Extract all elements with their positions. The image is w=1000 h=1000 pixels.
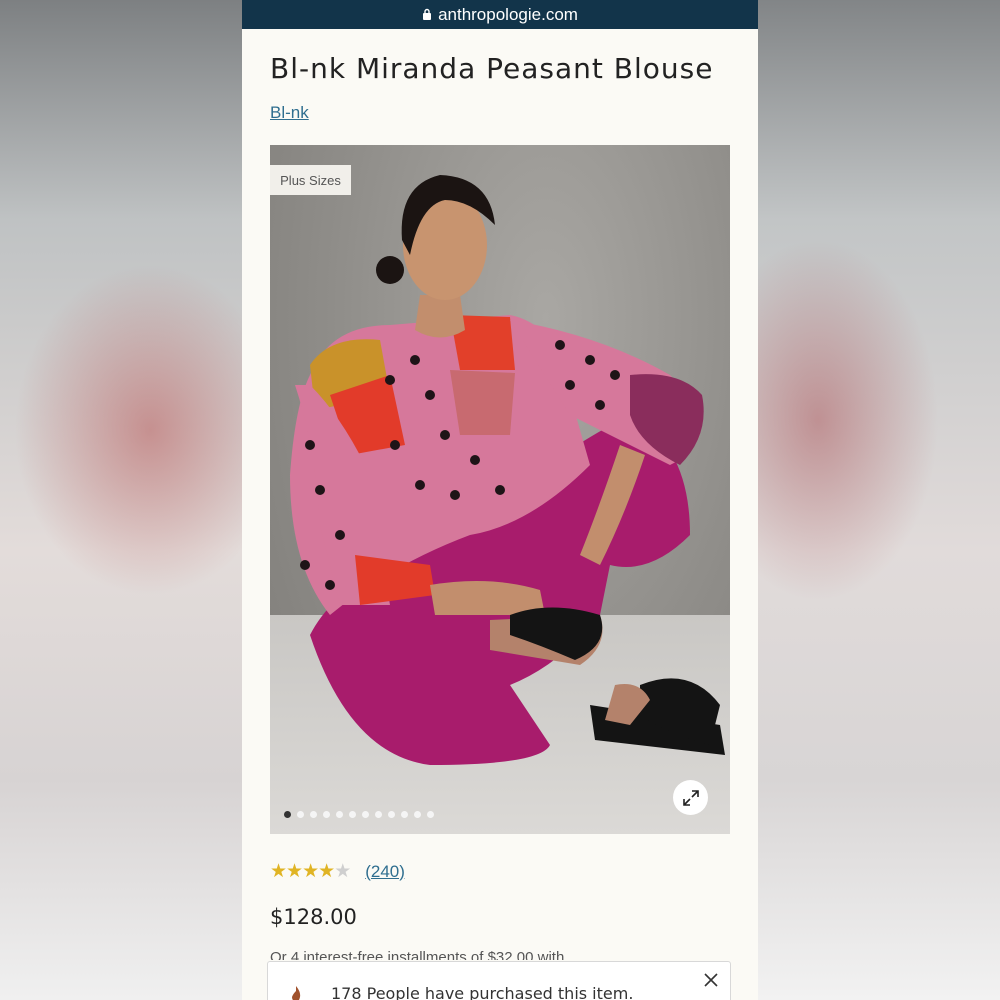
star-icon: ★	[270, 861, 287, 882]
carousel-dot[interactable]	[323, 811, 330, 818]
carousel-dots[interactable]	[284, 811, 434, 818]
expand-icon	[682, 789, 699, 806]
star-icon: ★	[334, 861, 351, 882]
star-icon: ★	[318, 861, 335, 882]
installments-text: Or 4 interest-free installments of $32.0…	[270, 950, 565, 960]
carousel-dot[interactable]	[427, 811, 434, 818]
carousel-dot[interactable]	[375, 811, 382, 818]
model-photo	[290, 175, 725, 765]
flame-icon	[292, 986, 301, 1000]
background-right	[758, 0, 1000, 1000]
carousel-dot[interactable]	[297, 811, 304, 818]
carousel-dot[interactable]	[310, 811, 317, 818]
brand-link[interactable]: Bl-nk	[270, 103, 309, 123]
star-icon: ★	[286, 861, 303, 882]
carousel-dot[interactable]	[401, 811, 408, 818]
carousel-dot[interactable]	[414, 811, 421, 818]
toast-message: 178 People have purchased this item.	[331, 984, 634, 1000]
lock-icon	[423, 8, 432, 20]
background-left	[0, 0, 242, 1000]
phone-screen: anthropologie.com Bl-nk Miranda Peasant …	[242, 0, 758, 1000]
rating-stars: ★★★★★	[270, 860, 351, 883]
product-price: $128.00	[270, 905, 357, 929]
carousel-dot[interactable]	[362, 811, 369, 818]
product-image[interactable]: Plus Sizes	[270, 145, 730, 834]
rating-row: ★★★★★ (240)	[270, 860, 405, 883]
close-icon[interactable]	[702, 971, 720, 989]
review-count-link[interactable]: (240)	[365, 862, 405, 882]
carousel-dot[interactable]	[349, 811, 356, 818]
carousel-dot[interactable]	[388, 811, 395, 818]
purchase-toast: 178 People have purchased this item.	[267, 961, 731, 1000]
product-title: Bl-nk Miranda Peasant Blouse	[270, 52, 714, 85]
star-icon: ★	[302, 861, 319, 882]
carousel-dot[interactable]	[336, 811, 343, 818]
carousel-dot[interactable]	[284, 811, 291, 818]
plus-sizes-badge: Plus Sizes	[270, 165, 351, 195]
expand-button[interactable]	[673, 780, 708, 815]
url-text: anthropologie.com	[438, 4, 578, 24]
url-bar[interactable]: anthropologie.com	[242, 0, 758, 29]
